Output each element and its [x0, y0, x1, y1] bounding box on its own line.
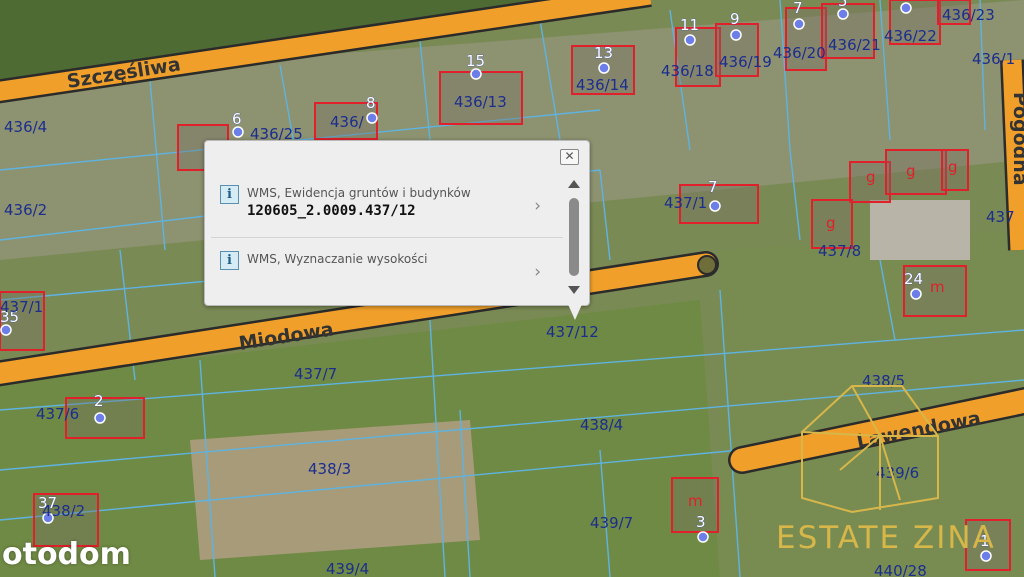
- parcel-label-439-7: 439/7: [590, 514, 633, 532]
- parcel-label-437-right: 437: [986, 208, 1015, 226]
- close-icon: ✕: [564, 149, 575, 163]
- parcel-label-438-4: 438/4: [580, 416, 623, 434]
- address-number-24: 24: [904, 270, 923, 288]
- svg-text:g: g: [866, 168, 876, 186]
- street-name-pogodna: Pogodna: [1009, 92, 1024, 186]
- scroll-up-icon[interactable]: [568, 180, 580, 188]
- svg-text:m: m: [688, 492, 703, 510]
- parcel-label-439-4: 439/4: [326, 560, 369, 577]
- scroll-thumb[interactable]: [569, 198, 579, 276]
- parcel-label-438-3: 438/3: [308, 460, 351, 478]
- parcel-label-437-12[interactable]: 437/12: [546, 323, 599, 341]
- address-number-7: 7: [708, 178, 718, 196]
- parcel-label-437-1-east: 437/1: [664, 194, 707, 212]
- address-number-11: 11: [680, 16, 699, 34]
- parcel-label-436-13: 436/13: [454, 93, 507, 111]
- parcel-label-436-18: 436/18: [661, 62, 714, 80]
- parcel-label-436-21: 436/21: [828, 36, 881, 54]
- parcel-label-436: 436/: [330, 113, 365, 131]
- chevron-right-icon[interactable]: ›: [534, 196, 541, 216]
- parcel-label-437-1: 437/1: [0, 298, 43, 316]
- otodom-logo: otodom: [2, 537, 131, 572]
- result-row-wysokosc[interactable]: i WMS, Wyznaczanie wysokości ›: [211, 239, 563, 303]
- popup-pointer: [567, 302, 583, 320]
- svg-text:g: g: [948, 158, 958, 176]
- chevron-right-icon[interactable]: ›: [534, 262, 541, 282]
- address-number-7-top: 7: [793, 0, 803, 17]
- paved-yard: [870, 200, 970, 260]
- address-number-13: 13: [594, 44, 613, 62]
- popup-scrollbar[interactable]: [566, 176, 582, 298]
- parcel-label-438-5: 438/5: [862, 372, 905, 390]
- info-icon: i: [220, 185, 239, 204]
- parcel-label-437-8: 437/8: [818, 242, 861, 260]
- estate-zina-logo: ESTATE ZINA: [776, 520, 996, 556]
- parcel-label-437-7: 437/7: [294, 365, 337, 383]
- feature-info-popup: ✕ i WMS, Ewidencja gruntów i budynków 12…: [204, 140, 590, 306]
- parcel-label-436-4: 436/4: [4, 118, 47, 136]
- result-title: WMS, Wyznaczanie wysokości: [247, 252, 428, 266]
- info-icon: i: [220, 251, 239, 270]
- address-number-15: 15: [466, 52, 485, 70]
- address-number-6: 6: [232, 110, 242, 128]
- parcel-label-436-1: 436/1: [972, 50, 1015, 68]
- parcel-id-value: 120605_2.0009.437/12: [247, 203, 416, 219]
- scroll-down-icon[interactable]: [568, 286, 580, 294]
- parcel-label-438-2: 438/2: [42, 502, 85, 520]
- parcel-label-436-20: 436/20: [773, 44, 826, 62]
- svg-text:m: m: [930, 278, 945, 296]
- parcel-label-436-14: 436/14: [576, 76, 629, 94]
- parcel-label-436-19: 436/19: [719, 53, 772, 71]
- parcel-label-436-23: 436/23: [942, 6, 995, 24]
- address-number-8: 8: [366, 94, 376, 112]
- result-title: WMS, Ewidencja gruntów i budynków: [247, 186, 471, 200]
- popup-result-list: i WMS, Ewidencja gruntów i budynków 1206…: [211, 173, 563, 301]
- address-number-2: 2: [94, 392, 104, 410]
- parcel-label-437-6: 437/6: [36, 405, 79, 423]
- parcel-label-440-28: 440/28: [874, 562, 927, 577]
- close-button[interactable]: ✕: [560, 149, 579, 165]
- svg-text:g: g: [826, 214, 836, 232]
- address-number-5: 5: [838, 0, 848, 10]
- parcel-label-439-6: 439/6: [876, 464, 919, 482]
- address-number-3: 3: [696, 513, 706, 531]
- address-number-9: 9: [730, 10, 740, 28]
- parcel-label-436-2: 436/2: [4, 201, 47, 219]
- parcel-label-436-22: 436/22: [884, 27, 937, 45]
- result-row-ewidencja[interactable]: i WMS, Ewidencja gruntów i budynków 1206…: [211, 173, 563, 238]
- svg-text:g: g: [906, 162, 916, 180]
